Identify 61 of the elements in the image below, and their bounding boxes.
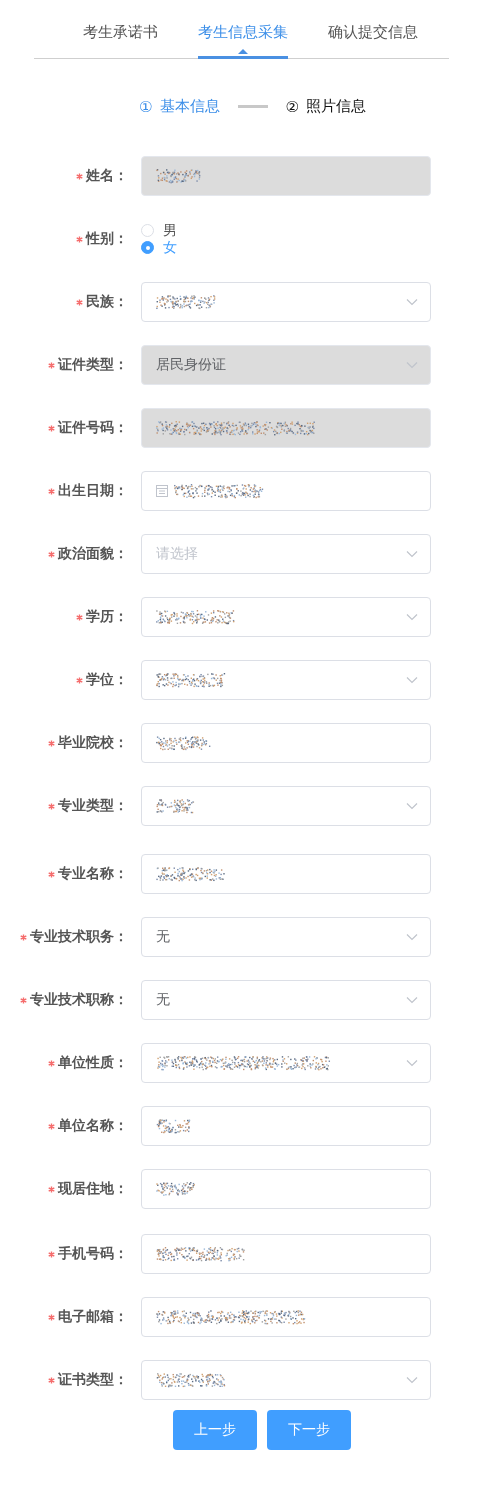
input-field[interactable]	[141, 1169, 431, 1209]
tab[interactable]: 确认提交信息	[328, 18, 418, 59]
tab[interactable]: 考生信息采集	[198, 18, 288, 59]
field-label: 证件类型：	[58, 356, 128, 374]
field-value: 无	[156, 928, 171, 946]
input-field[interactable]	[141, 1106, 431, 1146]
field-label: 单位性质：	[58, 1054, 128, 1072]
step-label: 基本信息	[159, 97, 220, 116]
field-label: 现居住地：	[58, 1180, 128, 1198]
field-label: 学历：	[86, 608, 128, 626]
select-field[interactable]: 无	[141, 917, 431, 957]
field-value: 无	[156, 991, 171, 1009]
field-label: 单位名称：	[58, 1117, 128, 1135]
select-field[interactable]	[141, 660, 431, 700]
chevron-down-icon	[406, 1059, 418, 1067]
field-label: 专业名称：	[58, 865, 128, 883]
field-label: 出生日期：	[58, 482, 128, 500]
chevron-down-icon	[406, 613, 418, 621]
calendar-icon	[156, 485, 168, 497]
radio-option[interactable]: 女	[141, 239, 177, 256]
chevron-down-icon	[406, 1376, 418, 1384]
select-field[interactable]: 无	[141, 980, 431, 1020]
input-field[interactable]	[141, 1297, 431, 1337]
select-field[interactable]	[141, 282, 431, 322]
select-field[interactable]	[141, 786, 431, 826]
input-field[interactable]	[141, 854, 431, 894]
field-label: 姓名：	[86, 167, 128, 185]
chevron-down-icon	[406, 361, 418, 369]
chevron-down-icon	[406, 676, 418, 684]
field-label: 学位：	[86, 671, 128, 689]
input-field[interactable]	[141, 723, 431, 763]
field-label: 毕业院校：	[58, 734, 128, 752]
chevron-down-icon	[406, 933, 418, 941]
field-label: 政治面貌：	[58, 545, 128, 563]
field-label: 专业技术职称：	[30, 991, 128, 1009]
step-label: 照片信息	[305, 97, 366, 116]
chevron-down-icon	[406, 298, 418, 306]
field-label: 电子邮箱：	[58, 1308, 128, 1326]
field-label: 民族：	[86, 293, 128, 311]
date-field[interactable]	[141, 471, 431, 511]
placeholder: 请选择	[156, 545, 199, 563]
field-label: 手机号码：	[58, 1245, 128, 1263]
field-label: 证件号码：	[58, 419, 128, 437]
select-field[interactable]	[141, 1360, 431, 1400]
input-field[interactable]	[141, 1234, 431, 1274]
select-field[interactable]	[141, 597, 431, 637]
field-label: 性别：	[86, 230, 128, 248]
tab[interactable]: 考生承诺书	[83, 18, 158, 59]
field-label: 专业类型：	[58, 797, 128, 815]
chevron-down-icon	[406, 550, 418, 558]
step-number: ②	[285, 97, 299, 116]
step-number: ①	[139, 97, 153, 116]
field-label: 证书类型：	[58, 1371, 128, 1389]
next-button[interactable]: 下一步	[266, 1410, 351, 1450]
chevron-down-icon	[406, 802, 418, 810]
previous-button[interactable]: 上一步	[172, 1410, 257, 1450]
radio-option[interactable]: 男	[141, 222, 177, 239]
chevron-down-icon	[406, 996, 418, 1004]
field-value: 居民身份证	[156, 356, 227, 374]
select-field[interactable]	[141, 1043, 431, 1083]
field-label: 专业技术职务：	[30, 928, 128, 946]
